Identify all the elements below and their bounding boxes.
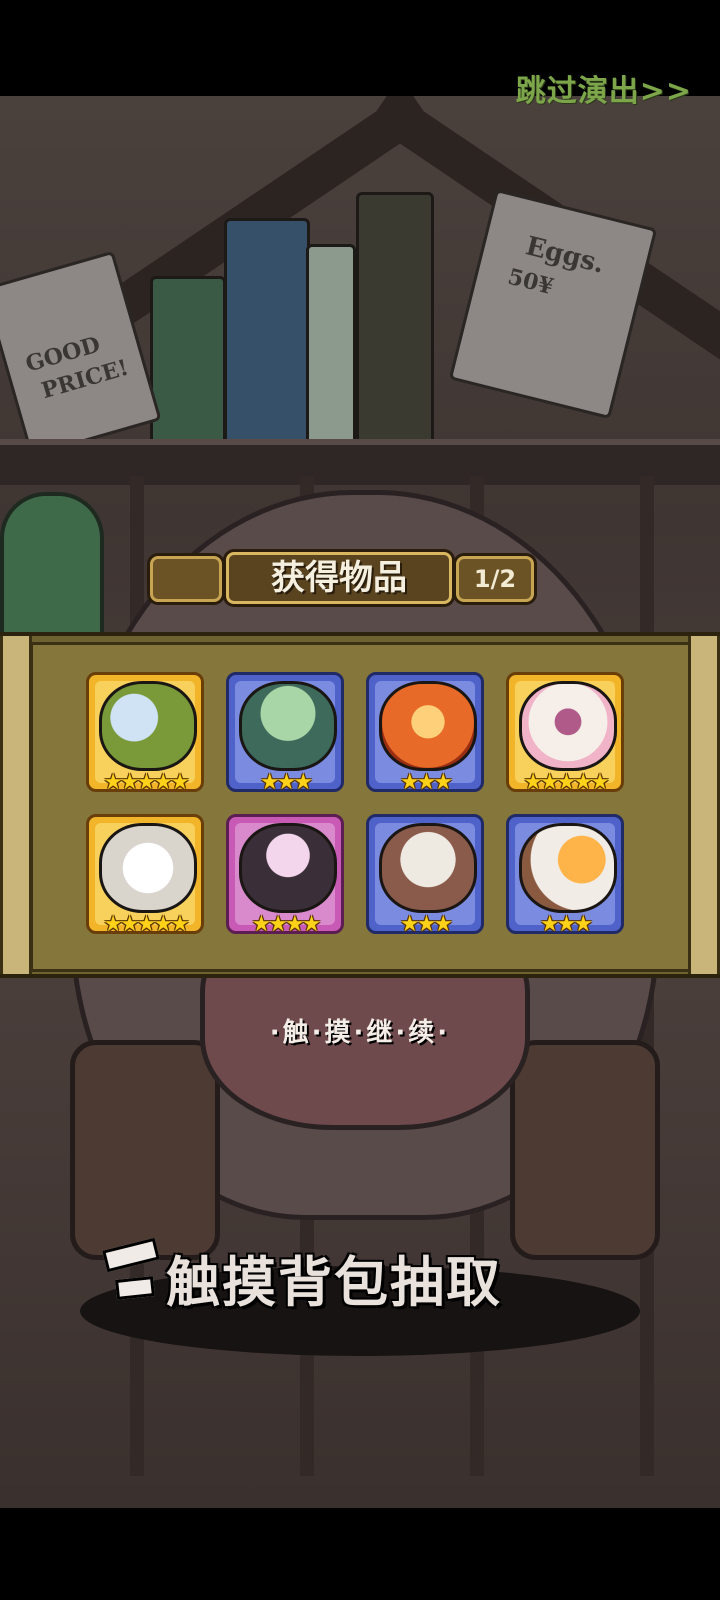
star-rating: ★★★ [399, 770, 453, 795]
scroll-edge-right [688, 636, 720, 974]
tap-to-continue-hint[interactable]: ·触·摸·继·续· [0, 1012, 720, 1049]
cloak-icon [239, 681, 337, 771]
heart-egg-icon [519, 681, 617, 771]
sign-eggs: Eggs. 50¥ [448, 188, 658, 420]
mask-icon [239, 823, 337, 913]
skip-animation-button[interactable]: 跳过演出>> [516, 66, 692, 110]
item-slot[interactable]: ★★★ [366, 672, 484, 795]
flame-icon [379, 681, 477, 771]
star-rating: ★★★ [399, 912, 453, 937]
star-rating: ★★★★★ [103, 912, 190, 937]
skull-icon [379, 823, 477, 913]
wing-icon [99, 681, 197, 771]
book-blue [224, 218, 310, 452]
header-left-ornament [150, 556, 222, 602]
backpack-strap-left [70, 1040, 220, 1260]
item-slot[interactable]: ★★★★★ [86, 814, 204, 937]
backpack-strap-right [510, 1040, 660, 1260]
scroll-edge-left [0, 636, 32, 974]
bow-icon [99, 823, 197, 913]
book-dark [356, 192, 434, 452]
panel-header: 获得物品 1/2 [150, 552, 540, 604]
star-rating: ★★★★★ [103, 770, 190, 795]
item-slot[interactable]: ★★★★★ [86, 672, 204, 795]
fire-horn-icon [519, 823, 617, 913]
panel-title: 获得物品 [226, 552, 452, 604]
page-indicator: 1/2 [456, 556, 534, 602]
hint-dash-icon [115, 1276, 155, 1300]
star-rating: ★★★ [539, 912, 593, 937]
star-rating: ★★★★★ [523, 770, 610, 795]
star-rating: ★★★ [259, 770, 313, 795]
item-slot[interactable]: ★★★ [506, 814, 624, 937]
item-slot[interactable]: ★★★ [226, 672, 344, 795]
cactus [0, 492, 104, 640]
item-slot[interactable]: ★★★★★ [506, 672, 624, 795]
item-slot[interactable]: ★★★★ [226, 814, 344, 937]
star-rating: ★★★★ [251, 912, 322, 937]
book-white [306, 244, 356, 452]
bookshelf [0, 439, 720, 485]
book-green [150, 276, 226, 452]
item-slot[interactable]: ★★★ [366, 814, 484, 937]
bag-draw-hint: 触摸背包抽取 [166, 1251, 502, 1314]
